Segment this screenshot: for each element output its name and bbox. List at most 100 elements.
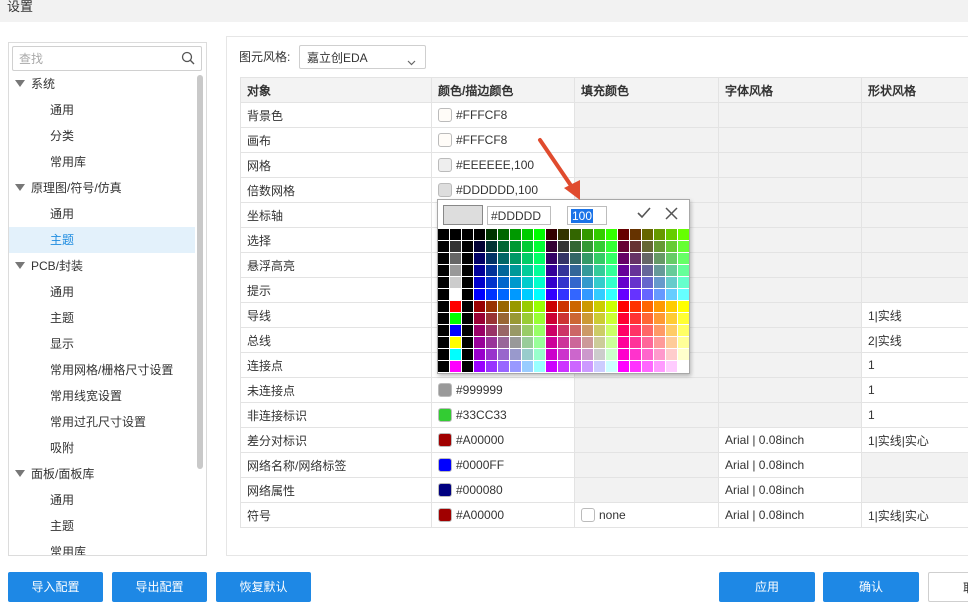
palette-swatch[interactable] <box>546 325 557 336</box>
palette-swatch[interactable] <box>666 361 677 372</box>
palette-swatch[interactable] <box>606 301 617 312</box>
palette-swatch[interactable] <box>618 253 629 264</box>
palette-swatch[interactable] <box>678 313 689 324</box>
palette-swatch[interactable] <box>642 361 653 372</box>
palette-swatch[interactable] <box>570 241 581 252</box>
palette-swatch[interactable] <box>510 313 521 324</box>
palette-swatch[interactable] <box>594 349 605 360</box>
palette-swatch[interactable] <box>666 325 677 336</box>
palette-swatch[interactable] <box>618 313 629 324</box>
palette-swatch[interactable] <box>642 301 653 312</box>
palette-swatch[interactable] <box>594 361 605 372</box>
palette-swatch[interactable] <box>678 253 689 264</box>
palette-swatch[interactable] <box>462 229 473 240</box>
palette-swatch[interactable] <box>534 301 545 312</box>
tree-item[interactable]: 通用 <box>9 201 195 227</box>
palette-swatch[interactable] <box>630 289 641 300</box>
search-input[interactable] <box>19 50 169 67</box>
palette-swatch[interactable] <box>678 361 689 372</box>
palette-swatch[interactable] <box>546 241 557 252</box>
tree-item[interactable]: 常用库 <box>9 149 195 175</box>
palette-swatch[interactable] <box>534 241 545 252</box>
color-swatch[interactable] <box>438 458 452 472</box>
palette-swatch[interactable] <box>570 253 581 264</box>
palette-swatch[interactable] <box>558 325 569 336</box>
palette-swatch[interactable] <box>534 325 545 336</box>
palette-swatch[interactable] <box>462 337 473 348</box>
palette-swatch[interactable] <box>474 253 485 264</box>
palette-swatch[interactable] <box>498 301 509 312</box>
table-row[interactable]: 符号 #A00000 none Arial | 0.08inch 1|实线|实心 <box>240 502 968 528</box>
palette-swatch[interactable] <box>618 301 629 312</box>
palette-swatch[interactable] <box>558 253 569 264</box>
palette-swatch[interactable] <box>450 361 461 372</box>
palette-swatch[interactable] <box>522 253 533 264</box>
palette-swatch[interactable] <box>450 277 461 288</box>
search-box[interactable] <box>12 46 202 71</box>
table-row[interactable]: 差分对标识 #A00000 Arial | 0.08inch 1|实线|实心 <box>240 427 968 453</box>
palette-swatch[interactable] <box>654 253 665 264</box>
palette-swatch[interactable] <box>450 253 461 264</box>
palette-swatch[interactable] <box>462 349 473 360</box>
palette-swatch[interactable] <box>474 349 485 360</box>
palette-swatch[interactable] <box>642 325 653 336</box>
palette-swatch[interactable] <box>570 313 581 324</box>
restore-default-button[interactable]: 恢复默认 <box>216 572 311 602</box>
palette-swatch[interactable] <box>522 289 533 300</box>
stroke-color-cell[interactable]: #0000FF <box>431 452 575 478</box>
palette-swatch[interactable] <box>654 361 665 372</box>
shape-style-cell[interactable]: 2|实线 <box>861 327 968 353</box>
palette-swatch[interactable] <box>486 313 497 324</box>
palette-swatch[interactable] <box>678 337 689 348</box>
palette-swatch[interactable] <box>450 325 461 336</box>
palette-swatch[interactable] <box>486 325 497 336</box>
palette-swatch[interactable] <box>606 337 617 348</box>
color-swatch[interactable] <box>581 508 595 522</box>
palette-swatch[interactable] <box>438 253 449 264</box>
palette-swatch[interactable] <box>534 265 545 276</box>
palette-swatch[interactable] <box>438 289 449 300</box>
palette-swatch[interactable] <box>654 289 665 300</box>
palette-swatch[interactable] <box>582 361 593 372</box>
palette-swatch[interactable] <box>594 337 605 348</box>
palette-swatch[interactable] <box>450 241 461 252</box>
palette-swatch[interactable] <box>510 301 521 312</box>
palette-swatch[interactable] <box>654 301 665 312</box>
palette-swatch[interactable] <box>606 361 617 372</box>
palette-swatch[interactable] <box>522 301 533 312</box>
palette-swatch[interactable] <box>534 349 545 360</box>
palette-swatch[interactable] <box>450 265 461 276</box>
palette-swatch[interactable] <box>462 325 473 336</box>
palette-swatch[interactable] <box>486 229 497 240</box>
palette-swatch[interactable] <box>606 229 617 240</box>
palette-swatch[interactable] <box>630 229 641 240</box>
palette-swatch[interactable] <box>654 349 665 360</box>
palette-swatch[interactable] <box>570 289 581 300</box>
color-swatch[interactable] <box>438 383 452 397</box>
palette-swatch[interactable] <box>606 241 617 252</box>
palette-swatch[interactable] <box>474 325 485 336</box>
palette-swatch[interactable] <box>510 337 521 348</box>
tree-item[interactable]: 主题 <box>9 227 195 253</box>
palette-swatch[interactable] <box>618 289 629 300</box>
palette-swatch[interactable] <box>534 277 545 288</box>
tree-item[interactable]: 通用 <box>9 279 195 305</box>
color-swatch[interactable] <box>438 433 452 447</box>
palette-swatch[interactable] <box>630 325 641 336</box>
palette-swatch[interactable] <box>594 289 605 300</box>
shape-style-cell[interactable]: 1|实线|实心 <box>861 502 968 528</box>
palette-swatch[interactable] <box>546 229 557 240</box>
palette-swatch[interactable] <box>582 241 593 252</box>
palette-swatch[interactable] <box>522 277 533 288</box>
palette-swatch[interactable] <box>498 229 509 240</box>
palette-swatch[interactable] <box>486 241 497 252</box>
palette-swatch[interactable] <box>546 253 557 264</box>
palette-swatch[interactable] <box>582 337 593 348</box>
palette-swatch[interactable] <box>462 361 473 372</box>
palette-swatch[interactable] <box>498 277 509 288</box>
palette-swatch[interactable] <box>522 325 533 336</box>
palette-swatch[interactable] <box>570 361 581 372</box>
palette-swatch[interactable] <box>498 325 509 336</box>
palette-swatch[interactable] <box>450 301 461 312</box>
palette-swatch[interactable] <box>546 265 557 276</box>
